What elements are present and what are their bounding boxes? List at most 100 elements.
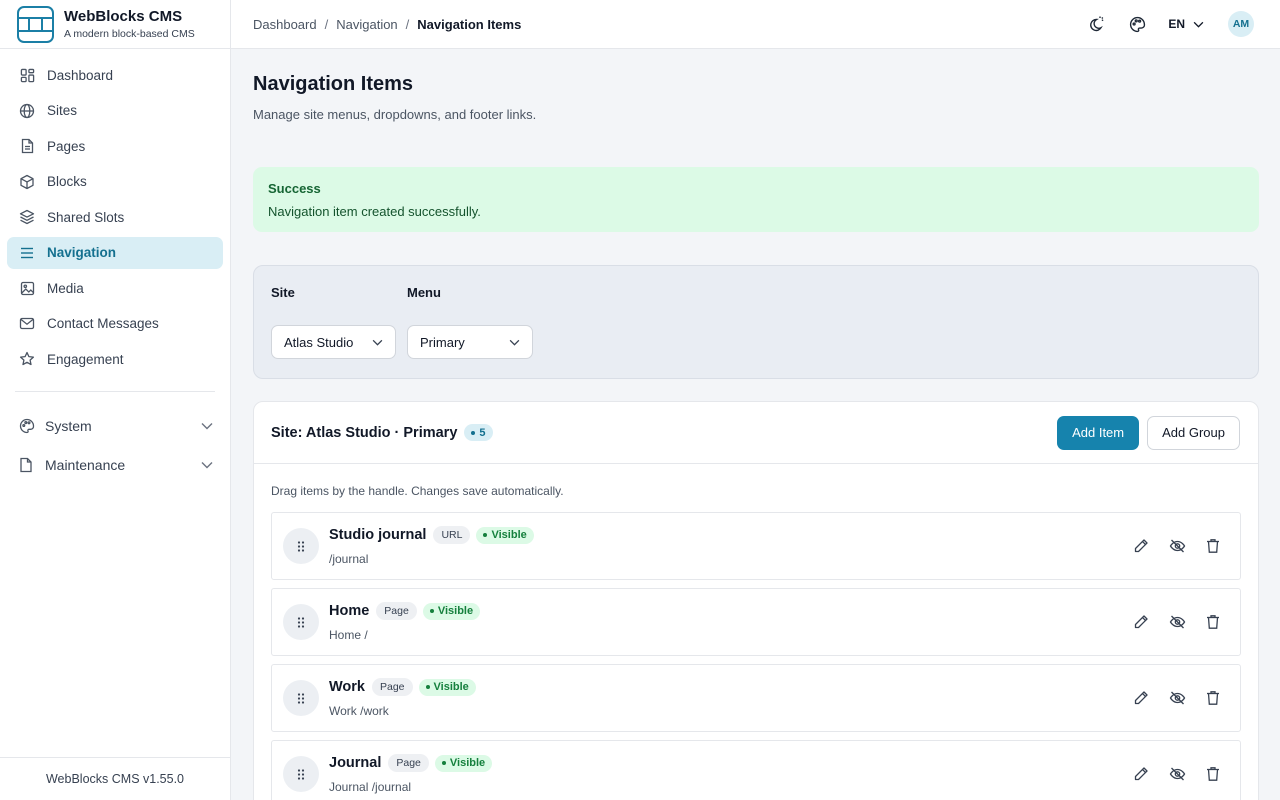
chevron-down-icon bbox=[372, 339, 383, 346]
site-select[interactable]: Atlas Studio bbox=[271, 325, 396, 359]
breadcrumb-navigation[interactable]: Navigation bbox=[336, 17, 397, 32]
item-count-badge: 5 bbox=[464, 424, 493, 441]
hide-eye-off-icon[interactable] bbox=[1167, 536, 1187, 556]
site-filter-label: Site bbox=[271, 285, 295, 300]
type-badge: Page bbox=[372, 678, 413, 696]
delete-trash-icon[interactable] bbox=[1203, 536, 1223, 556]
theme-toggle-icon[interactable] bbox=[1086, 14, 1106, 34]
status-badge: Visible bbox=[476, 526, 534, 544]
card-header: Site: Atlas Studio · Primary 5 Add Item … bbox=[254, 402, 1258, 464]
sidebar: WebBlocks CMS A modern block-based CMS D… bbox=[0, 0, 231, 800]
chevron-down-icon bbox=[509, 339, 520, 346]
sidebar-item-contact-messages[interactable]: Contact Messages bbox=[7, 308, 223, 340]
item-path: /journal bbox=[329, 552, 369, 566]
sidebar-item-blocks[interactable]: Blocks bbox=[7, 166, 223, 198]
star-icon bbox=[19, 351, 35, 367]
sidebar-group-system[interactable]: System bbox=[7, 410, 223, 442]
page-subtitle: Manage site menus, dropdowns, and footer… bbox=[253, 107, 537, 122]
status-text: Visible bbox=[433, 681, 469, 693]
drag-handle-icon[interactable] bbox=[283, 756, 319, 792]
add-item-button[interactable]: Add Item bbox=[1057, 415, 1140, 450]
drag-handle-icon[interactable] bbox=[283, 604, 319, 640]
sidebar-divider bbox=[15, 391, 215, 392]
item-title: Studio journal bbox=[329, 527, 427, 543]
version-footer: WebBlocks CMS v1.55.0 bbox=[0, 757, 230, 800]
globe-icon bbox=[19, 103, 35, 119]
sidebar-item-media[interactable]: Media bbox=[7, 272, 223, 304]
badge-dot bbox=[471, 430, 476, 435]
sidebar-item-engagement[interactable]: Engagement bbox=[7, 343, 223, 375]
sidebar-item-label: Contact Messages bbox=[47, 316, 159, 331]
sidebar-item-dashboard[interactable]: Dashboard bbox=[7, 59, 223, 91]
sidebar-item-label: Pages bbox=[47, 138, 86, 154]
sidebar-item-label: Media bbox=[47, 280, 84, 296]
brand[interactable]: WebBlocks CMS A modern block-based CMS bbox=[0, 0, 230, 49]
list-item[interactable]: Work Page Visible Work /work bbox=[271, 664, 1241, 732]
item-path: Home / bbox=[329, 628, 368, 642]
sidebar-item-sites[interactable]: Sites bbox=[7, 95, 223, 127]
layers-icon bbox=[19, 209, 35, 225]
item-path: Journal /journal bbox=[329, 780, 412, 794]
main-content: Navigation Items Manage site menus, drop… bbox=[253, 49, 1259, 800]
sidebar-item-shared-slots[interactable]: Shared Slots bbox=[7, 201, 223, 233]
dashboard-icon bbox=[19, 67, 35, 83]
page-title: Navigation Items bbox=[253, 73, 414, 95]
topbar: Dashboard / Navigation / Navigation Item… bbox=[231, 0, 1280, 49]
avatar[interactable]: AM bbox=[1228, 11, 1254, 37]
sidebar-group-label: Maintenance bbox=[45, 457, 126, 473]
edit-pencil-icon[interactable] bbox=[1131, 612, 1151, 632]
status-badge: Visible bbox=[418, 678, 476, 696]
menu-filter: Menu Primary bbox=[407, 285, 533, 359]
drag-handle-icon[interactable] bbox=[283, 680, 319, 716]
breadcrumb-current: Navigation Items bbox=[417, 16, 522, 32]
edit-pencil-icon[interactable] bbox=[1131, 764, 1151, 784]
cube-icon bbox=[19, 174, 35, 190]
list-item[interactable]: Studio journal URL Visible /journal bbox=[271, 512, 1241, 580]
menu-select-value: Primary bbox=[420, 334, 465, 350]
edit-pencil-icon[interactable] bbox=[1131, 688, 1151, 708]
item-title: Home bbox=[329, 603, 370, 619]
chevron-down-icon bbox=[201, 461, 213, 469]
hide-eye-off-icon[interactable] bbox=[1167, 764, 1187, 784]
language-select[interactable]: EN bbox=[1168, 17, 1204, 31]
chevron-down-icon bbox=[1193, 21, 1204, 28]
drag-handle-icon[interactable] bbox=[283, 528, 319, 564]
delete-trash-icon[interactable] bbox=[1203, 764, 1223, 784]
breadcrumb-dashboard[interactable]: Dashboard bbox=[253, 17, 317, 32]
card-title: Site: Atlas Studio · Primary bbox=[271, 424, 458, 441]
status-badge: Visible bbox=[422, 602, 481, 620]
edit-pencil-icon[interactable] bbox=[1131, 536, 1151, 556]
item-count: 5 bbox=[479, 426, 486, 439]
hide-eye-off-icon[interactable] bbox=[1167, 688, 1187, 708]
breadcrumb-separator: / bbox=[324, 16, 329, 32]
item-path: Work /work bbox=[329, 704, 389, 718]
brand-name: WebBlocks CMS bbox=[64, 8, 183, 25]
status-text: Visible bbox=[491, 529, 527, 541]
sidebar-item-pages[interactable]: Pages bbox=[7, 130, 223, 162]
hide-eye-off-icon[interactable] bbox=[1167, 612, 1187, 632]
list-item[interactable]: Home Page Visible Home / bbox=[271, 588, 1241, 656]
menu-select[interactable]: Primary bbox=[407, 325, 533, 359]
file-text-icon bbox=[19, 138, 35, 154]
palette-icon[interactable] bbox=[1127, 14, 1147, 34]
add-group-button[interactable]: Add Group bbox=[1147, 415, 1240, 450]
type-badge: Page bbox=[376, 602, 417, 620]
sidebar-group-label: System bbox=[45, 418, 92, 434]
navigation-item-list: Studio journal URL Visible /journal Home… bbox=[271, 512, 1241, 800]
delete-trash-icon[interactable] bbox=[1203, 688, 1223, 708]
sidebar-item-label: Dashboard bbox=[47, 67, 114, 83]
list-item[interactable]: Journal Page Visible Journal /journal bbox=[271, 740, 1241, 800]
image-icon bbox=[19, 280, 35, 296]
site-filter: Site Atlas Studio bbox=[271, 285, 396, 359]
sidebar-nav: Dashboard Sites Pages Blocks Shared Slot… bbox=[0, 49, 230, 481]
delete-trash-icon[interactable] bbox=[1203, 612, 1223, 632]
webblocks-logo-icon bbox=[17, 5, 54, 43]
site-select-value: Atlas Studio bbox=[284, 334, 354, 350]
sidebar-group-maintenance[interactable]: Maintenance bbox=[7, 449, 223, 481]
sidebar-item-label: Blocks bbox=[47, 174, 87, 189]
item-title: Work bbox=[329, 679, 365, 695]
sidebar-item-navigation[interactable]: Navigation bbox=[7, 236, 223, 269]
drag-hint: Drag items by the handle. Changes save a… bbox=[271, 484, 564, 498]
alert-message: Navigation item created successfully. bbox=[268, 204, 481, 219]
sidebar-item-label: Sites bbox=[47, 103, 78, 118]
